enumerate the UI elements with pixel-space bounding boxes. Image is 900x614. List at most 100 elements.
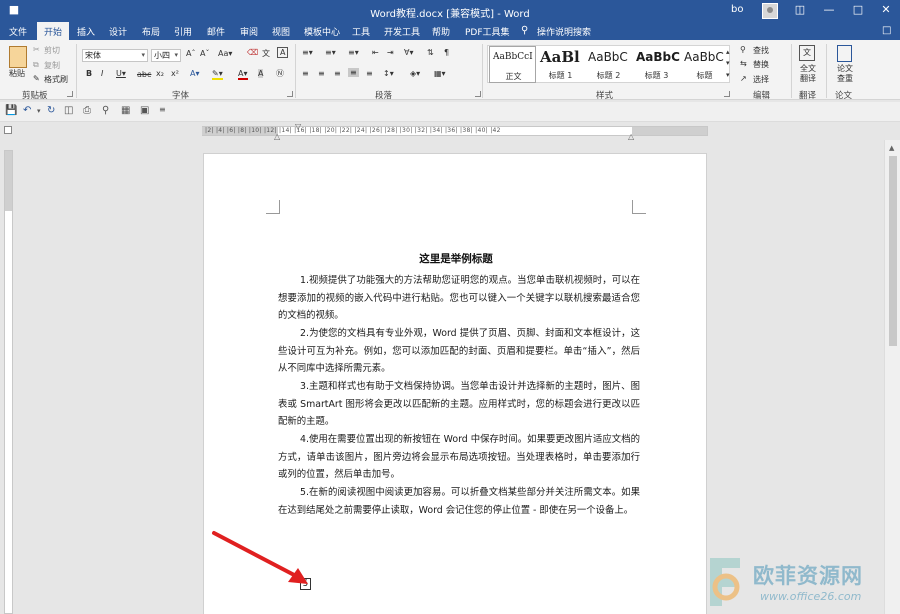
undo-icon[interactable]: ↶ bbox=[23, 105, 31, 116]
first-line-indent-icon[interactable]: ▽ bbox=[295, 122, 301, 131]
layout-icon[interactable]: ◫ bbox=[64, 105, 73, 116]
tab-help[interactable]: 帮助 bbox=[432, 25, 450, 38]
chinese-layout-icon[interactable]: ∀▾ bbox=[404, 48, 414, 57]
sort-icon[interactable]: ⇅ bbox=[427, 48, 434, 57]
tab-file[interactable]: 文件 bbox=[9, 25, 27, 38]
paste-button[interactable]: 粘贴 bbox=[9, 68, 25, 79]
horizontal-ruler[interactable]: |2| |4| |6| |8| |10| |12| |14| |16| |18|… bbox=[0, 122, 900, 141]
align-right-icon[interactable]: ≡ bbox=[334, 69, 341, 78]
underline-icon[interactable]: U▾ bbox=[116, 69, 126, 78]
borders-icon[interactable]: ▦▾ bbox=[434, 69, 446, 78]
subscript-icon[interactable]: x₂ bbox=[156, 69, 164, 78]
format-painter-button[interactable]: 格式刷 bbox=[44, 74, 68, 85]
tab-selector-icon[interactable] bbox=[4, 126, 12, 134]
user-name[interactable]: bo bbox=[731, 4, 743, 15]
customize-qat-icon[interactable]: ≡ bbox=[159, 105, 166, 114]
select-button[interactable]: 选择 bbox=[753, 74, 769, 85]
tab-tools[interactable]: 工具 bbox=[352, 25, 370, 38]
replace-icon[interactable]: ⇆ bbox=[740, 59, 747, 68]
right-indent-icon[interactable]: △ bbox=[628, 132, 634, 141]
tab-review[interactable]: 审阅 bbox=[240, 25, 258, 38]
draw-table-icon[interactable]: ▦ bbox=[121, 105, 130, 116]
document-title[interactable]: 这里是举例标题 bbox=[204, 251, 708, 266]
style-normal[interactable]: AaBbCcI 正文 bbox=[489, 46, 536, 83]
replace-button[interactable]: 替换 bbox=[753, 59, 769, 70]
copy-button[interactable]: 复制 bbox=[44, 60, 60, 71]
enclose-char-icon[interactable]: Ⓝ bbox=[276, 68, 284, 79]
tab-references[interactable]: 引用 bbox=[174, 25, 192, 38]
print-icon[interactable]: ⎙ bbox=[83, 105, 91, 116]
shading-icon[interactable]: ◈▾ bbox=[410, 69, 420, 78]
paragraph-launcher-icon[interactable] bbox=[475, 91, 481, 97]
tab-developer[interactable]: 开发工具 bbox=[384, 25, 420, 38]
style-heading-2[interactable]: AaBbC 标题 2 bbox=[585, 46, 632, 83]
font-name-select[interactable]: 宋体 ▾ bbox=[82, 49, 148, 62]
close-icon[interactable]: ✕ bbox=[872, 0, 900, 22]
font-size-select[interactable]: 小四 ▾ bbox=[151, 49, 181, 62]
cut-button[interactable]: 剪切 bbox=[44, 45, 60, 56]
increase-indent-icon[interactable]: ⇥ bbox=[387, 48, 394, 57]
save-icon[interactable]: 💾 bbox=[5, 105, 17, 116]
avatar[interactable] bbox=[762, 3, 778, 19]
left-indent-icon[interactable]: △ bbox=[274, 132, 280, 141]
italic-icon[interactable]: I bbox=[101, 69, 103, 78]
gallery-down-icon[interactable]: ▾ bbox=[726, 59, 730, 67]
align-center-icon[interactable]: ≡ bbox=[318, 69, 325, 78]
text-effects-icon[interactable]: A▾ bbox=[190, 69, 200, 78]
superscript-icon[interactable]: x² bbox=[171, 69, 179, 78]
redo-icon[interactable]: ↻ bbox=[47, 105, 55, 116]
tab-pdf-tools[interactable]: PDF工具集 bbox=[465, 25, 510, 38]
comment-icon[interactable]: □ bbox=[882, 25, 891, 36]
screenshot-icon[interactable]: ▣ bbox=[140, 105, 149, 116]
vertical-scrollbar[interactable]: ▲ bbox=[884, 140, 900, 614]
paragraph-2[interactable]: 2.为使您的文档具有专业外观，Word 提供了页眉、页脚、封面和文本框设计，这些… bbox=[278, 325, 640, 378]
bold-icon[interactable]: B bbox=[86, 69, 92, 78]
tab-insert[interactable]: 插入 bbox=[77, 25, 95, 38]
brush-icon[interactable]: ✎ bbox=[33, 74, 40, 83]
copy-icon[interactable]: ⧉ bbox=[33, 60, 39, 70]
shrink-font-icon[interactable]: Aˇ bbox=[200, 49, 209, 58]
strikethrough-icon[interactable]: abc bbox=[137, 70, 151, 79]
char-shading-icon[interactable]: A bbox=[258, 69, 264, 78]
undo-dropdown-icon[interactable]: ▾ bbox=[37, 107, 41, 115]
print-preview-icon[interactable]: ⚲ bbox=[102, 105, 109, 116]
maximize-icon[interactable]: □ bbox=[844, 0, 872, 22]
tab-layout[interactable]: 布局 bbox=[142, 25, 160, 38]
paragraph-5[interactable]: 5.在新的阅读视图中阅读更加容易。可以折叠文档某些部分并关注所需文本。如果在达到… bbox=[278, 484, 640, 519]
scrollbar-thumb[interactable] bbox=[889, 156, 897, 346]
char-border-icon[interactable]: A bbox=[277, 47, 289, 58]
line-spacing-icon[interactable]: ↕▾ bbox=[383, 69, 394, 78]
tab-mailings[interactable]: 邮件 bbox=[207, 25, 225, 38]
bullets-icon[interactable]: ≡▾ bbox=[302, 48, 313, 57]
tab-design[interactable]: 设计 bbox=[109, 25, 127, 38]
style-heading-1[interactable]: AaBl 标题 1 bbox=[537, 46, 584, 83]
paragraph-1[interactable]: 1.视频提供了功能强大的方法帮助您证明您的观点。当您单击联机视频时，可以在想要添… bbox=[278, 272, 640, 325]
justify-icon[interactable]: ≡ bbox=[348, 68, 359, 77]
align-left-icon[interactable]: ≡ bbox=[302, 69, 309, 78]
restore-icon[interactable]: ◫ bbox=[786, 0, 814, 22]
font-color-icon[interactable]: A▾ bbox=[238, 69, 248, 80]
find-button[interactable]: 查找 bbox=[753, 45, 769, 56]
gallery-up-icon[interactable]: ▴ bbox=[726, 48, 730, 56]
tab-view[interactable]: 视图 bbox=[272, 25, 290, 38]
tab-home[interactable]: 开始 bbox=[37, 22, 70, 40]
translate-icon[interactable]: 文 bbox=[799, 45, 815, 61]
vertical-ruler[interactable] bbox=[4, 150, 13, 614]
styles-launcher-icon[interactable] bbox=[724, 91, 730, 97]
show-marks-icon[interactable]: ¶ bbox=[444, 48, 449, 57]
numbering-icon[interactable]: ≡▾ bbox=[325, 48, 336, 57]
gallery-more-icon[interactable]: ▾ bbox=[726, 71, 730, 79]
paragraph-4[interactable]: 4.使用在需要位置出现的新按钮在 Word 中保存时间。如果要更改图片适应文档的… bbox=[278, 431, 640, 484]
select-icon[interactable]: ↗ bbox=[740, 74, 747, 83]
phonetic-icon[interactable]: 文 bbox=[262, 48, 270, 59]
cut-icon[interactable]: ✂ bbox=[33, 45, 40, 54]
distributed-icon[interactable]: ≡ bbox=[366, 69, 373, 78]
minimize-icon[interactable]: — bbox=[815, 0, 843, 22]
full-translate-button[interactable]: 全文翻译 bbox=[798, 64, 818, 84]
style-title[interactable]: AaBbC 标题 bbox=[681, 46, 728, 83]
tell-me-search[interactable]: 操作说明搜索 bbox=[537, 25, 591, 38]
tab-template-center[interactable]: 模板中心 bbox=[304, 25, 340, 38]
change-case-icon[interactable]: Aa▾ bbox=[218, 49, 232, 58]
find-icon[interactable]: ⚲ bbox=[740, 45, 746, 54]
decrease-indent-icon[interactable]: ⇤ bbox=[372, 48, 379, 57]
